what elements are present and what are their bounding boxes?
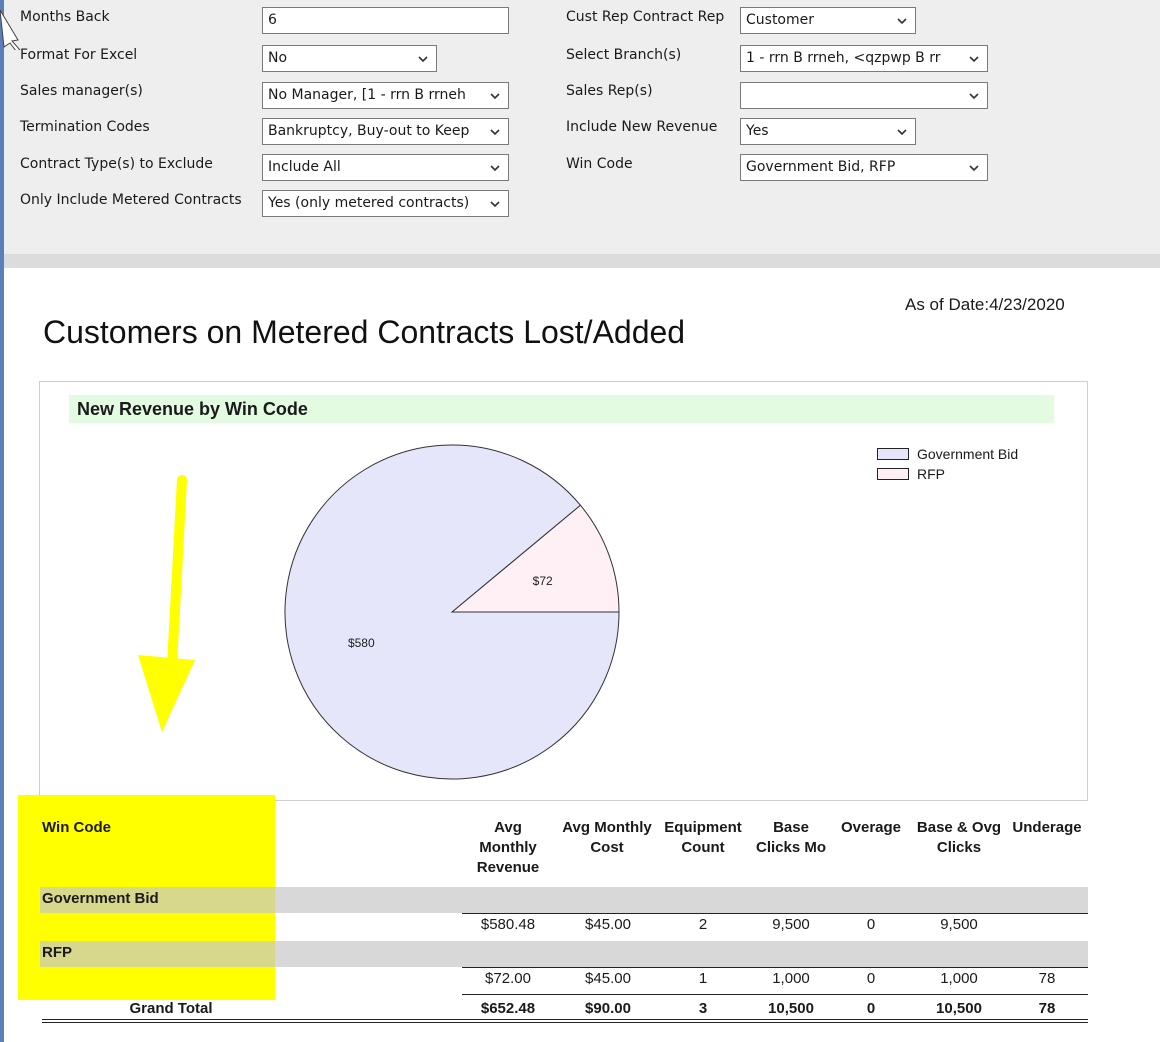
sales-manager-select[interactable]: No Manager, [1 - rrn B rrneh [262, 82, 509, 109]
header-base-clicks: Base Clicks Mo [755, 819, 827, 856]
cell-avg-cost: $45.00 [585, 916, 631, 933]
arrow-down-icon [138, 475, 195, 732]
months-back-input[interactable]: 6 [262, 7, 509, 34]
cell-overage: 0 [866, 970, 876, 987]
contract-types-label: Contract Type(s) to Exclude [20, 156, 213, 172]
total-equipment-count: 3 [698, 1000, 708, 1017]
as-of-date: As of Date:4/23/2020 [905, 295, 1065, 314]
header-overage: Overage [840, 819, 902, 836]
pie-slice-government-bid [284, 444, 620, 780]
branch-label: Select Branch(s) [566, 47, 682, 63]
panel-separator [4, 254, 1160, 268]
cust-rep-select[interactable]: Customer [740, 7, 916, 34]
chevron-down-icon [897, 18, 907, 25]
termination-codes-select[interactable]: Bankruptcy, Buy-out to Keep [262, 118, 509, 145]
group-label: RFP [42, 944, 72, 961]
chart-title: New Revenue by Win Code [69, 395, 1054, 423]
cell-equipment-count: 1 [698, 970, 708, 987]
chart-legend: Government Bid RFP [877, 444, 1018, 484]
format-excel-select[interactable]: No [262, 45, 437, 72]
header-base-ovg-clicks: Base & Ovg Clicks [916, 819, 1002, 856]
legend-swatch [877, 468, 909, 480]
total-base-clicks: 10,500 [768, 1000, 814, 1017]
cell-avg-cost: $45.00 [585, 970, 631, 987]
mouse-cursor-icon [0, 9, 21, 50]
chevron-down-icon [490, 93, 500, 100]
total-underline-2 [42, 1022, 1088, 1023]
chevron-down-icon [418, 56, 428, 63]
legend-swatch [877, 448, 909, 460]
chevron-down-icon [897, 129, 907, 136]
pie-data-label: $580 [348, 636, 375, 650]
chevron-down-icon [490, 201, 500, 208]
cell-equipment-count: 2 [698, 916, 708, 933]
termination-codes-label: Termination Codes [20, 119, 150, 135]
win-code-label: Win Code [566, 156, 633, 172]
include-new-revenue-select[interactable]: Yes [740, 118, 916, 145]
chevron-down-icon [969, 93, 979, 100]
header-avg-cost: Avg Monthly Cost [562, 819, 652, 856]
total-underage: 78 [1038, 1000, 1056, 1017]
total-underline-1 [42, 1019, 1088, 1020]
cell-underage: 78 [1038, 970, 1056, 987]
group-row [40, 941, 1088, 967]
header-win-code: Win Code [42, 819, 112, 836]
cell-base-clicks: 9,500 [772, 916, 810, 933]
chevron-down-icon [490, 165, 500, 172]
chevron-down-icon [969, 165, 979, 172]
total-avg-revenue: $652.48 [480, 1000, 536, 1017]
months-back-label: Months Back [20, 9, 110, 25]
cell-base-clicks: 1,000 [772, 970, 810, 987]
header-avg-revenue: Avg Monthly Revenue [476, 819, 540, 876]
total-base-ovg-clicks: 10,500 [936, 1000, 982, 1017]
cell-base-ovg-clicks: 9,500 [940, 916, 978, 933]
sales-rep-select[interactable] [740, 82, 988, 109]
report-title: Customers on Metered Contracts Lost/Adde… [43, 314, 686, 350]
row-rule [462, 913, 1088, 914]
cell-overage: 0 [866, 916, 876, 933]
include-new-revenue-label: Include New Revenue [566, 119, 718, 135]
contract-types-select[interactable]: Include All [262, 154, 509, 181]
total-rule [462, 994, 1088, 995]
format-excel-label: Format For Excel [20, 47, 138, 63]
metered-only-select[interactable]: Yes (only metered contracts) [262, 190, 509, 217]
chevron-down-icon [490, 129, 500, 136]
pie-data-label: $72 [533, 574, 553, 588]
metered-only-label: Only Include Metered Contracts [20, 192, 242, 208]
sales-rep-label: Sales Rep(s) [566, 83, 653, 99]
win-code-select[interactable]: Government Bid, RFP [740, 154, 988, 181]
cust-rep-label: Cust Rep Contract Rep [566, 9, 725, 25]
sales-manager-label: Sales manager(s) [20, 83, 143, 99]
header-underage: Underage [1012, 819, 1082, 836]
total-avg-cost: $90.00 [585, 1000, 631, 1017]
legend-item: RFP [877, 464, 1018, 484]
group-row [40, 887, 1088, 913]
cell-avg-revenue: $72.00 [485, 970, 531, 987]
legend-item: Government Bid [877, 444, 1018, 464]
pie-chart: $72 $580 [284, 444, 620, 780]
chevron-down-icon [969, 56, 979, 63]
cell-avg-revenue: $580.48 [480, 916, 536, 933]
header-equipment-count: Equipment Count [664, 819, 742, 856]
row-rule [462, 967, 1088, 968]
group-label: Government Bid [42, 890, 159, 907]
grand-total-label: Grand Total [129, 1000, 213, 1017]
total-overage: 0 [866, 1000, 876, 1017]
branch-select[interactable]: 1 - rrn B rrneh, <qzpwp B rr [740, 45, 988, 72]
cell-base-ovg-clicks: 1,000 [940, 970, 978, 987]
